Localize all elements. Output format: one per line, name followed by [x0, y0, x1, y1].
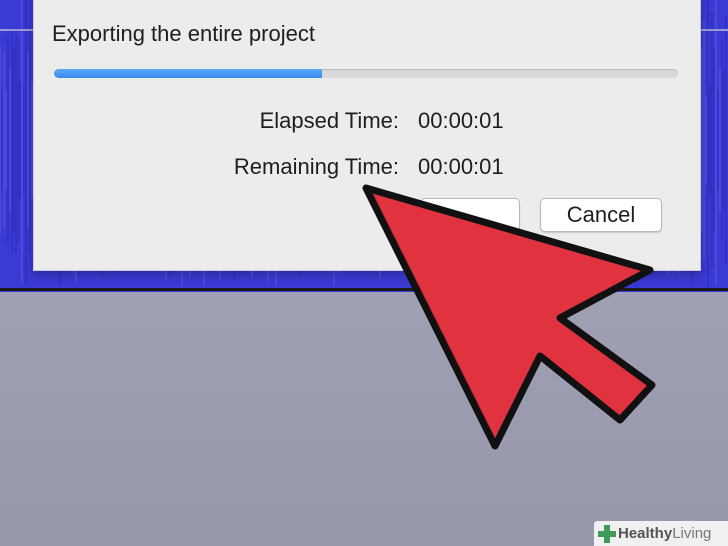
red-pointer-arrow-icon: [362, 184, 656, 450]
watermark-brand-regular: Living: [672, 525, 712, 542]
watermark-brand-bold: Healthy: [618, 525, 673, 542]
healthy-living-watermark: HealthyLiving: [594, 521, 728, 546]
plus-cross-icon: [598, 525, 616, 544]
